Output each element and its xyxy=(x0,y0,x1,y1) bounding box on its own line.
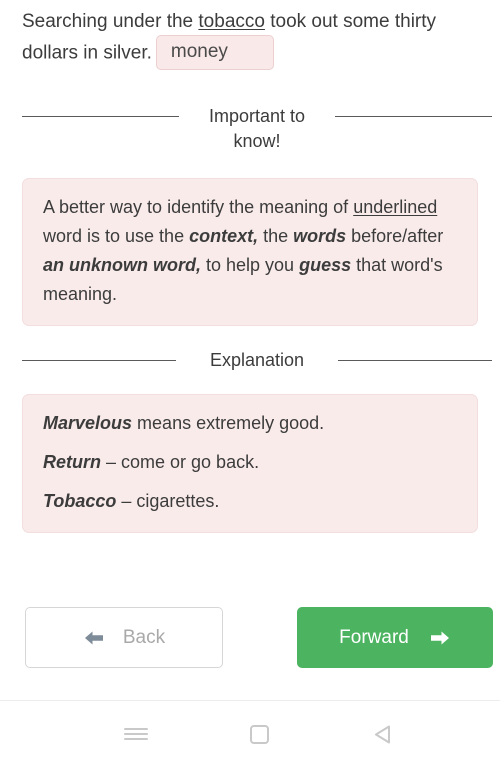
definition-text: means extremely good. xyxy=(132,413,325,433)
forward-button[interactable]: Forward xyxy=(297,607,493,668)
info-emphasis-guess: guess xyxy=(299,255,352,275)
info-emphasis-context: context, xyxy=(189,226,259,246)
divider-label-important: Important to know! xyxy=(208,106,306,151)
info-text-part1: A better way to identify the meaning of xyxy=(43,197,354,217)
info-emphasis-words: words xyxy=(293,226,347,246)
question-underlined-word: tobacco xyxy=(198,11,265,32)
definition-term: Tobacco xyxy=(43,491,117,511)
info-text-part2: word is to use the xyxy=(43,226,190,246)
definition-text: – come or go back. xyxy=(101,452,260,472)
home-square-icon[interactable] xyxy=(237,715,281,753)
info-text-part3: the xyxy=(258,226,294,246)
definition-line: Tobacco – cigarettes. xyxy=(43,489,457,514)
info-underlined-word: underlined xyxy=(353,197,438,217)
divider-rule-right xyxy=(335,116,492,117)
definition-text: – cigarettes. xyxy=(116,491,220,511)
info-emphasis-unknown-word: an unknown word, xyxy=(43,255,201,275)
definition-line: Marvelous means extremely good. xyxy=(43,411,457,436)
definition-term: Marvelous xyxy=(43,413,133,433)
back-button[interactable]: Back xyxy=(25,607,223,668)
hamburger-bar xyxy=(124,728,148,730)
divider-rule-left xyxy=(22,360,176,361)
divider-explanation: Explanation xyxy=(0,348,500,373)
question-prompt: Searching under the tobacco took out som… xyxy=(22,6,478,70)
answer-input[interactable]: money xyxy=(155,35,274,70)
home-square-shape xyxy=(249,724,269,744)
hamburger-bar xyxy=(124,738,148,740)
forward-button-label: Forward xyxy=(339,626,409,648)
back-button-label: Back xyxy=(122,626,166,648)
system-navigation-bar xyxy=(0,700,500,767)
divider-rule-right xyxy=(338,360,492,361)
question-text-before: Searching under the xyxy=(22,11,199,32)
divider-rule-left xyxy=(22,116,179,117)
info-box: A better way to identify the meaning of … xyxy=(22,178,478,326)
divider-important-to-know: Important to know! xyxy=(0,104,500,154)
hamburger-menu-icon[interactable] xyxy=(114,715,158,753)
arrow-right-icon xyxy=(429,630,451,646)
info-text-part5: to help you xyxy=(201,255,300,275)
divider-label-explanation: Explanation xyxy=(209,350,305,370)
definition-term: Return xyxy=(43,452,101,472)
triangle-back-icon[interactable] xyxy=(361,715,405,753)
definition-line: Return – come or go back. xyxy=(43,450,457,475)
explanation-box: Marvelous means extremely good. Return –… xyxy=(22,394,478,533)
navigation-button-row: Back Forward xyxy=(0,607,500,668)
arrow-left-icon xyxy=(83,630,105,646)
info-text-part4: before/after xyxy=(346,226,444,246)
hamburger-bar xyxy=(124,733,148,735)
